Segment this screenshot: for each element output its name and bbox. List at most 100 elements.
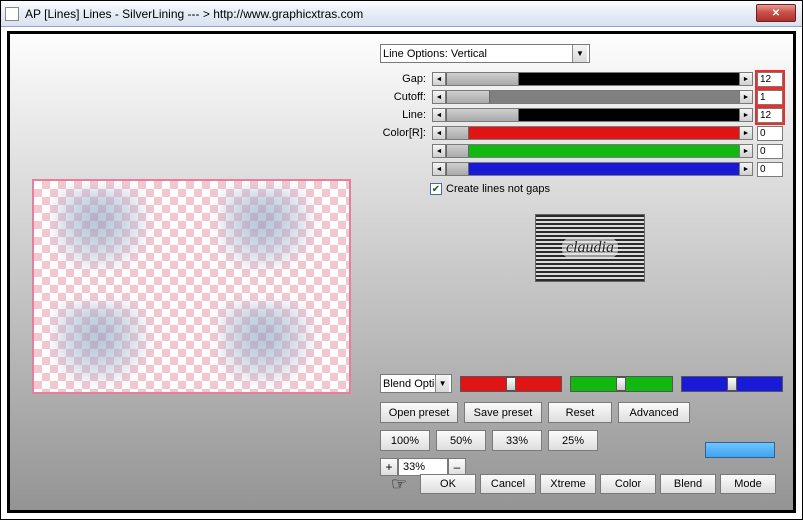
arrow-right-icon[interactable]: ►	[739, 72, 753, 86]
pct-25-button[interactable]: 25%	[548, 430, 598, 451]
advanced-button[interactable]: Advanced	[618, 402, 690, 423]
arrow-left-icon[interactable]: ◄	[432, 162, 446, 176]
line-options-select[interactable]: Line Options: Vertical ▼	[380, 44, 590, 63]
close-icon: ✕	[772, 8, 780, 19]
line-value[interactable]: 12	[757, 108, 783, 123]
arrow-left-icon[interactable]: ◄	[432, 126, 446, 140]
ok-label: OK	[440, 478, 456, 490]
titlebar[interactable]: AP [Lines] Lines - SilverLining --- > ht…	[1, 1, 802, 27]
blend-slider-green[interactable]	[570, 376, 672, 392]
color-g-scrollbar[interactable]: ◄ ►	[432, 144, 753, 158]
blend-button[interactable]: Blend	[660, 474, 716, 494]
bottom-button-row: ☞ OK Cancel Xtreme Color Blend Mode	[382, 474, 776, 494]
arrow-left-icon[interactable]: ◄	[432, 90, 446, 104]
arrow-right-icon[interactable]: ►	[739, 162, 753, 176]
cancel-label: Cancel	[491, 478, 525, 490]
blend-option-select[interactable]: Blend Optio ▼	[380, 374, 452, 393]
blend-slider-red[interactable]	[460, 376, 562, 392]
color-r-value[interactable]: 0	[757, 126, 783, 141]
gap-label: Gap:	[380, 73, 426, 85]
xtreme-label: Xtreme	[550, 478, 585, 490]
arrow-left-icon[interactable]: ◄	[432, 72, 446, 86]
app-icon	[5, 7, 19, 21]
color-g-row: ◄ ► 0	[380, 143, 783, 159]
color-button[interactable]: Color	[600, 474, 656, 494]
create-lines-label: Create lines not gaps	[446, 183, 550, 195]
color-swatch[interactable]	[705, 442, 775, 458]
close-button[interactable]: ✕	[756, 4, 796, 22]
line-label: Line:	[380, 109, 426, 121]
window-title: AP [Lines] Lines - SilverLining --- > ht…	[25, 7, 363, 21]
pct-50-button[interactable]: 50%	[436, 430, 486, 451]
dialog-body: Line Options: Vertical ▼ Gap: ◄ ► 12 Cut…	[7, 31, 796, 513]
color-b-value[interactable]: 0	[757, 162, 783, 177]
create-lines-row: ✔ Create lines not gaps	[430, 183, 783, 195]
slider-handle-icon[interactable]	[506, 377, 516, 391]
open-preset-button[interactable]: Open preset	[380, 402, 458, 423]
mode-button[interactable]: Mode	[720, 474, 776, 494]
dialog-window: AP [Lines] Lines - SilverLining --- > ht…	[0, 0, 803, 520]
preset-row: Open preset Save preset Reset Advanced	[380, 402, 690, 423]
gap-scrollbar[interactable]: ◄ ►	[432, 72, 753, 86]
open-preset-label: Open preset	[389, 407, 450, 419]
pct-33-button[interactable]: 33%	[492, 430, 542, 451]
pct-25-label: 25%	[562, 435, 584, 447]
plus-icon: +	[385, 460, 392, 474]
gap-row: Gap: ◄ ► 12	[380, 71, 783, 87]
color-r-label: Color[R]:	[380, 127, 426, 139]
ok-button[interactable]: OK	[420, 474, 476, 494]
color-r-row: Color[R]: ◄ ► 0	[380, 125, 783, 141]
pct-50-label: 50%	[450, 435, 472, 447]
cutoff-row: Cutoff: ◄ ► 1	[380, 89, 783, 105]
xtreme-button[interactable]: Xtreme	[540, 474, 596, 494]
arrow-right-icon[interactable]: ►	[739, 108, 753, 122]
arrow-left-icon[interactable]: ◄	[432, 144, 446, 158]
preview-canvas	[34, 181, 349, 392]
slider-handle-icon[interactable]	[727, 377, 737, 391]
pct-33-label: 33%	[506, 435, 528, 447]
cutoff-value[interactable]: 1	[757, 90, 783, 105]
chevron-down-icon: ▼	[435, 375, 449, 392]
arrow-right-icon[interactable]: ►	[739, 90, 753, 104]
arrow-left-icon[interactable]: ◄	[432, 108, 446, 122]
color-b-scrollbar[interactable]: ◄ ►	[432, 162, 753, 176]
controls-panel: Line Options: Vertical ▼ Gap: ◄ ► 12 Cut…	[380, 44, 783, 500]
save-preset-button[interactable]: Save preset	[464, 402, 542, 423]
preview-blob	[54, 189, 164, 269]
blend-label: Blend	[674, 478, 702, 490]
cancel-button[interactable]: Cancel	[480, 474, 536, 494]
arrow-right-icon[interactable]: ►	[739, 144, 753, 158]
color-g-value[interactable]: 0	[757, 144, 783, 159]
reset-label: Reset	[566, 407, 595, 419]
preview-blob	[219, 189, 329, 269]
preview-panel	[32, 179, 351, 394]
color-label: Color	[615, 478, 641, 490]
pct-100-label: 100%	[391, 435, 419, 447]
blend-row: Blend Optio ▼	[380, 374, 783, 393]
chevron-down-icon: ▼	[572, 45, 587, 62]
mode-label: Mode	[734, 478, 762, 490]
preview-blob	[54, 304, 164, 384]
blend-slider-blue[interactable]	[681, 376, 783, 392]
reset-button[interactable]: Reset	[548, 402, 612, 423]
create-lines-checkbox[interactable]: ✔	[430, 183, 442, 195]
advanced-label: Advanced	[630, 407, 679, 419]
slider-handle-icon[interactable]	[616, 377, 626, 391]
gap-value[interactable]: 12	[757, 72, 783, 87]
pointing-hand-icon: ☞	[382, 474, 416, 494]
arrow-right-icon[interactable]: ►	[739, 126, 753, 140]
logo-text: claudia	[562, 238, 618, 258]
line-options-value: Line Options: Vertical	[383, 48, 487, 60]
minus-icon: –	[454, 460, 461, 474]
color-r-scrollbar[interactable]: ◄ ►	[432, 126, 753, 140]
cutoff-scrollbar[interactable]: ◄ ►	[432, 90, 753, 104]
preview-blob	[219, 304, 329, 384]
line-scrollbar[interactable]: ◄ ►	[432, 108, 753, 122]
line-row: Line: ◄ ► 12	[380, 107, 783, 123]
cutoff-label: Cutoff:	[380, 91, 426, 103]
save-preset-label: Save preset	[474, 407, 533, 419]
logo-image: claudia	[535, 214, 645, 282]
percent-row: 100% 50% 33% 25%	[380, 430, 598, 451]
pct-100-button[interactable]: 100%	[380, 430, 430, 451]
color-b-row: ◄ ► 0	[380, 161, 783, 177]
